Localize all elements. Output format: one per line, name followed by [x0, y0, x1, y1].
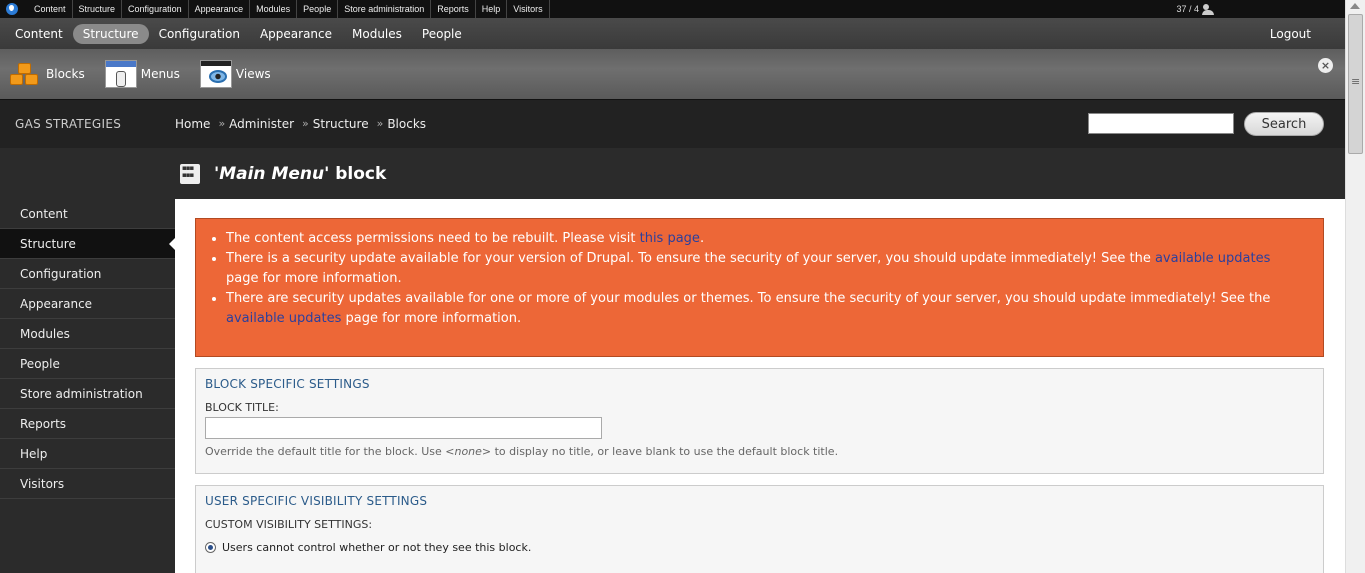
shortcut-menus-label: Menus	[140, 67, 180, 81]
breadcrumb-separator-icon: »	[218, 117, 226, 130]
sidebar-item-visitors[interactable]: Visitors	[0, 469, 175, 499]
page-title-bar: 'Main Menu' block	[175, 148, 1345, 199]
breadcrumb-structure[interactable]: Structure	[313, 117, 369, 131]
description-none-token: <none>	[445, 445, 492, 458]
views-icon	[199, 60, 232, 88]
message-item: The content access permissions need to b…	[226, 229, 1303, 249]
admin-menu-reports[interactable]: Reports	[431, 0, 476, 18]
admin-menu-configuration[interactable]: Configuration	[122, 0, 189, 18]
admin-menu-help[interactable]: Help	[476, 0, 508, 18]
close-icon[interactable]: ×	[1318, 58, 1333, 73]
message-text: page for more information.	[226, 271, 402, 286]
toolbar-people[interactable]: People	[412, 24, 472, 44]
admin-menu-modules[interactable]: Modules	[250, 0, 298, 18]
admin-menu-user-counts: 37 / 4	[1176, 3, 1215, 15]
message-text: page for more information.	[341, 311, 522, 326]
toolbar-modules[interactable]: Modules	[342, 24, 412, 44]
shortcut-menus[interactable]: Menus	[104, 60, 180, 88]
logout-link[interactable]: Logout	[1260, 24, 1321, 44]
toolbar-content[interactable]: Content	[5, 24, 73, 44]
search-input[interactable]	[1088, 113, 1234, 134]
breadcrumb-separator-icon: »	[302, 117, 309, 130]
user-counts: 37 / 4	[1176, 4, 1199, 14]
message-item: There are security updates available for…	[226, 289, 1303, 329]
description-text: to display no title, or leave blank to u…	[491, 445, 839, 458]
available-updates-link[interactable]: available updates	[1155, 251, 1270, 266]
block-title-description: Override the default title for the block…	[205, 445, 1323, 458]
custom-visibility-label: CUSTOM VISIBILITY SETTINGS:	[205, 518, 373, 531]
sidebar-menu: Content Structure Configuration Appearan…	[0, 199, 175, 499]
shortcut-views-label: Views	[235, 67, 271, 81]
message-item: There is a security update available for…	[226, 249, 1303, 289]
user-specific-visibility-settings: USER SPECIFIC VISIBILITY SETTINGS CUSTOM…	[195, 485, 1324, 573]
warning-messages: The content access permissions need to b…	[195, 218, 1324, 357]
sidebar-item-appearance[interactable]: Appearance	[0, 289, 175, 319]
message-text: The content access permissions need to b…	[226, 231, 640, 246]
admin-menu-people[interactable]: People	[297, 0, 339, 18]
menus-icon	[104, 60, 137, 88]
breadcrumb-blocks[interactable]: Blocks	[387, 117, 426, 131]
sidebar-item-content[interactable]: Content	[0, 199, 175, 229]
scroll-thumb[interactable]	[1348, 14, 1363, 154]
fieldset-legend[interactable]: BLOCK SPECIFIC SETTINGS	[205, 377, 1323, 391]
search-button[interactable]: Search	[1244, 112, 1324, 136]
users-icon[interactable]	[1202, 3, 1215, 15]
drupal-logo-icon[interactable]	[6, 3, 18, 15]
sidebar-item-structure[interactable]: Structure	[0, 229, 175, 259]
shortcut-blocks[interactable]: Blocks	[10, 60, 85, 88]
shortcut-blocks-label: Blocks	[46, 67, 85, 81]
admin-menu-visitors[interactable]: Visitors	[507, 0, 550, 18]
sidebar-item-store-administration[interactable]: Store administration	[0, 379, 175, 409]
page-title-block-name: 'Main Menu'	[214, 163, 330, 184]
admin-menu-bar: Content Structure Configuration Appearan…	[0, 0, 1345, 18]
toolbar-configuration[interactable]: Configuration	[149, 24, 250, 44]
breadcrumb-administer[interactable]: Administer	[229, 117, 294, 131]
page-scrollbar[interactable]	[1345, 0, 1365, 573]
sidebar-item-configuration[interactable]: Configuration	[0, 259, 175, 289]
admin-menu-appearance[interactable]: Appearance	[189, 0, 251, 18]
block-specific-settings: BLOCK SPECIFIC SETTINGS BLOCK TITLE: Ove…	[195, 368, 1324, 474]
block-title-input[interactable]	[205, 417, 602, 439]
this-page-link[interactable]: this page	[640, 231, 700, 246]
sidebar-item-people[interactable]: People	[0, 349, 175, 379]
page-title: 'Main Menu' block	[214, 164, 386, 184]
fieldset-legend[interactable]: USER SPECIFIC VISIBILITY SETTINGS	[205, 494, 1323, 508]
admin-menu-structure[interactable]: Structure	[73, 0, 123, 18]
sidebar: Content Structure Configuration Appearan…	[0, 148, 175, 573]
shortcut-views[interactable]: Views	[199, 60, 271, 88]
shortcuts-bar: Blocks Menus Views ×	[0, 49, 1345, 99]
sidebar-item-help[interactable]: Help	[0, 439, 175, 469]
visibility-radio[interactable]	[205, 542, 216, 553]
visibility-option-row[interactable]: Users cannot control whether or not they…	[205, 541, 1323, 554]
sidebar-item-reports[interactable]: Reports	[0, 409, 175, 439]
blocks-icon	[10, 60, 42, 88]
description-text: Override the default title for the block…	[205, 445, 446, 458]
available-updates-link[interactable]: available updates	[226, 311, 341, 326]
admin-menu-store-administration[interactable]: Store administration	[338, 0, 432, 18]
scroll-up-icon[interactable]	[1350, 3, 1360, 9]
message-text: There are security updates available for…	[226, 291, 1271, 306]
site-name[interactable]: GAS STRATEGIES	[15, 117, 175, 131]
grid-icon	[180, 163, 200, 184]
block-title-label: BLOCK TITLE:	[205, 401, 279, 414]
sidebar-item-modules[interactable]: Modules	[0, 319, 175, 349]
toolbar-appearance[interactable]: Appearance	[250, 24, 342, 44]
breadcrumb: Home » Administer » Structure » Blocks	[175, 117, 434, 131]
toolbar-structure[interactable]: Structure	[72, 23, 149, 44]
visibility-option-label[interactable]: Users cannot control whether or not they…	[222, 541, 531, 554]
page-title-suffix: block	[329, 163, 387, 184]
site-header: GAS STRATEGIES Home » Administer » Struc…	[0, 99, 1345, 148]
toolbar-menu: Content Structure Configuration Appearan…	[0, 18, 1345, 49]
breadcrumb-separator-icon: »	[376, 117, 384, 130]
breadcrumb-home[interactable]: Home	[175, 117, 210, 131]
message-text: There is a security update available for…	[226, 251, 1155, 266]
main-content: The content access permissions need to b…	[175, 199, 1345, 573]
admin-menu-content[interactable]: Content	[28, 0, 73, 18]
message-text: .	[699, 231, 705, 246]
